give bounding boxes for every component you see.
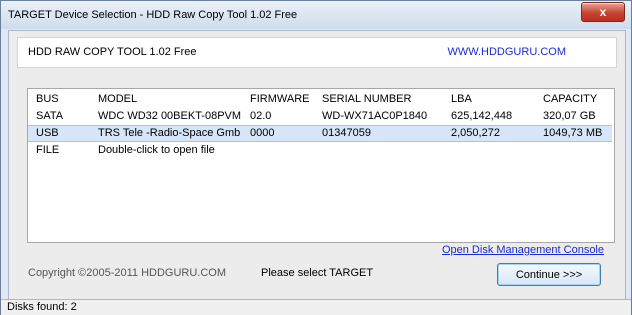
cell-serial: WD-WX71AC0P1840 — [322, 110, 428, 122]
column-header-bus[interactable]: BUS — [36, 93, 59, 105]
website-link[interactable]: WWW.HDDGURU.COM — [447, 46, 566, 58]
column-header-model[interactable]: MODEL — [98, 93, 137, 105]
app-window: TARGET Device Selection - HDD Raw Copy T… — [0, 0, 632, 315]
table-row[interactable]: SATA WDC WD32 00BEKT-08PVM 02.0 WD-WX71A… — [28, 108, 612, 125]
device-list-header: BUS MODEL FIRMWARE SERIAL NUMBER LBA CAP… — [28, 91, 612, 108]
title-bar[interactable]: TARGET Device Selection - HDD Raw Copy T… — [1, 1, 631, 29]
cell-serial: 01347059 — [322, 127, 371, 139]
table-row-selected[interactable]: USB TRS Tele -Radio-Space Gmb 0000 01347… — [28, 125, 612, 142]
dialog-body: HDD RAW COPY TOOL 1.02 Free WWW.HDDGURU.… — [8, 30, 626, 300]
window-title: TARGET Device Selection - HDD Raw Copy T… — [8, 9, 298, 21]
column-header-lba[interactable]: LBA — [451, 93, 472, 105]
copyright-text: Copyright ©2005-2011 HDDGURU.COM — [28, 267, 227, 279]
status-bar: Disks found: 2 — [1, 299, 631, 315]
close-button[interactable]: x — [581, 2, 625, 22]
table-row[interactable]: FILE Double-click to open file — [28, 142, 612, 159]
device-list[interactable]: BUS MODEL FIRMWARE SERIAL NUMBER LBA CAP… — [27, 88, 615, 243]
cell-model: Double-click to open file — [98, 144, 215, 156]
disks-found-text: Disks found: 2 — [7, 301, 77, 313]
cell-model: WDC WD32 00BEKT-08PVM — [98, 110, 242, 122]
disk-management-link[interactable]: Open Disk Management Console — [442, 244, 604, 256]
column-header-serial-number[interactable]: SERIAL NUMBER — [322, 93, 411, 105]
app-name: HDD RAW COPY TOOL 1.02 Free — [28, 46, 197, 58]
header-panel: HDD RAW COPY TOOL 1.02 Free WWW.HDDGURU.… — [17, 37, 617, 68]
cell-lba: 2,050,272 — [451, 127, 500, 139]
column-header-firmware[interactable]: FIRMWARE — [250, 93, 309, 105]
cell-firmware: 0000 — [250, 127, 275, 139]
status-message: Please select TARGET — [261, 267, 374, 279]
continue-button[interactable]: Continue >>> — [497, 263, 601, 286]
cell-bus: SATA — [36, 110, 64, 122]
column-header-capacity[interactable]: CAPACITY — [543, 93, 597, 105]
cell-capacity: 1049,73 MB — [543, 127, 603, 139]
cell-capacity: 320,07 GB — [543, 110, 596, 122]
cell-firmware: 02.0 — [250, 110, 272, 122]
cell-model: TRS Tele -Radio-Space Gmb — [98, 127, 241, 139]
cell-lba: 625,142,448 — [451, 110, 513, 122]
cell-bus: FILE — [36, 144, 60, 156]
cell-bus: USB — [36, 127, 59, 139]
close-icon: x — [599, 5, 607, 19]
